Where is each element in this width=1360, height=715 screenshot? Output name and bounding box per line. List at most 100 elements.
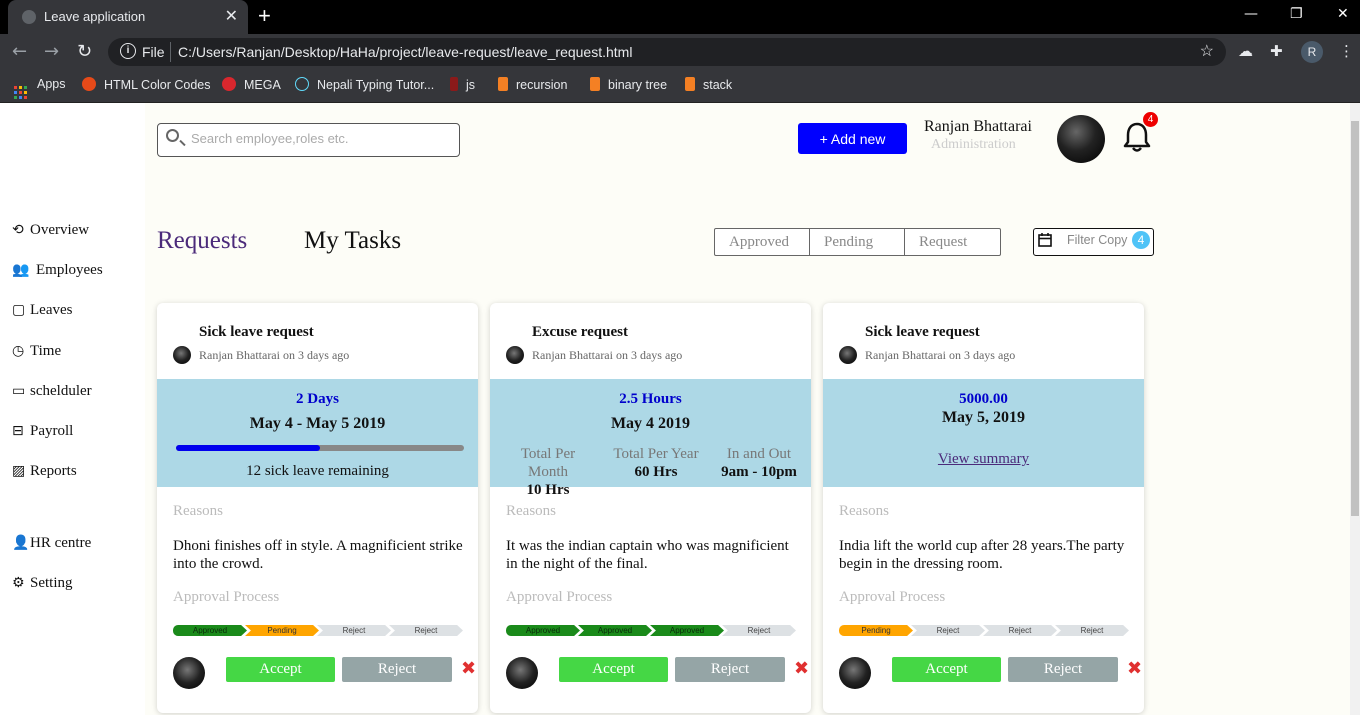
browser-tab[interactable]: Leave application ✕ bbox=[8, 0, 248, 34]
filter-button[interactable]: Filter Copy 4 bbox=[1033, 228, 1154, 256]
avatar bbox=[173, 657, 205, 689]
approval-step: Reject bbox=[983, 625, 1057, 636]
approval-step: Reject bbox=[317, 625, 391, 636]
search-input[interactable] bbox=[191, 131, 451, 146]
sidebar-item-payroll[interactable]: ⊟ Payroll bbox=[12, 423, 73, 440]
user-name: Ranjan Bhattarai bbox=[924, 118, 1032, 135]
bookmark-mega[interactable]: MEGA bbox=[222, 77, 281, 92]
card-requester: Ranjan Bhattarai on 3 days ago bbox=[199, 348, 350, 362]
reasons-label: Reasons bbox=[173, 503, 223, 519]
calendar-icon bbox=[1038, 233, 1052, 247]
leave-date: May 4 2019 bbox=[610, 415, 691, 432]
sidebar-item-scheduler[interactable]: ▭ schelduler bbox=[12, 383, 92, 400]
window-close-icon[interactable]: ✕ bbox=[1337, 6, 1349, 22]
stat-value: 10 Hrs bbox=[526, 482, 570, 498]
note-icon: ▢ bbox=[12, 302, 26, 318]
sidebar-item-employees[interactable]: 👥 Employees bbox=[12, 262, 103, 279]
segment-pending[interactable]: Pending bbox=[810, 229, 905, 255]
info-icon[interactable]: i bbox=[120, 43, 136, 59]
tab-my-tasks[interactable]: My Tasks bbox=[304, 227, 401, 255]
reject-button[interactable]: Reject bbox=[342, 657, 452, 682]
new-tab-icon[interactable]: + bbox=[258, 3, 271, 29]
user-icon: 👤 bbox=[12, 535, 30, 551]
cloud-extension-icon[interactable]: ☁ bbox=[1238, 42, 1253, 60]
leave-duration: 2 Days bbox=[296, 391, 339, 407]
bookmark-html-color-codes[interactable]: HTML Color Codes bbox=[82, 77, 211, 92]
bookmark-star-icon[interactable]: ☆ bbox=[1200, 41, 1214, 61]
leave-duration: 2.5 Hours bbox=[619, 391, 682, 407]
url-field[interactable]: i File C:/Users/Ranjan/Desktop/HaHa/proj… bbox=[108, 38, 1226, 66]
stat-value: 60 Hrs bbox=[634, 464, 678, 480]
sidebar-item-overview[interactable]: ⟲ Overview bbox=[12, 222, 89, 239]
amount-value: 5000.00 bbox=[959, 391, 1008, 407]
approval-process-label: Approval Process bbox=[173, 589, 280, 605]
mega-icon bbox=[222, 77, 236, 91]
accept-button[interactable]: Accept bbox=[559, 657, 668, 682]
tab-title: Leave application bbox=[44, 9, 146, 24]
avatar[interactable] bbox=[1057, 115, 1105, 163]
leave-date: May 5, 2019 bbox=[941, 409, 1026, 426]
approval-step: Reject bbox=[389, 625, 463, 636]
accept-button[interactable]: Accept bbox=[226, 657, 335, 682]
segment-request[interactable]: Request bbox=[905, 229, 1000, 255]
segment-approved[interactable]: Approved bbox=[715, 229, 810, 255]
reject-button[interactable]: Reject bbox=[675, 657, 785, 682]
card-summary-band: 5000.00 May 5, 2019 View summary bbox=[823, 379, 1144, 487]
reasons-label: Reasons bbox=[506, 503, 556, 519]
approval-step: Reject bbox=[1055, 625, 1129, 636]
globe-icon bbox=[22, 10, 36, 24]
card-summary-band: 2 Days May 4 - May 5 2019 12 sick leave … bbox=[157, 379, 478, 487]
tab-requests[interactable]: Requests bbox=[157, 227, 247, 255]
forward-icon[interactable]: → bbox=[44, 41, 59, 62]
sidebar-item-leaves[interactable]: ▢ Leaves bbox=[12, 302, 72, 319]
add-new-button[interactable]: + Add new bbox=[798, 123, 907, 154]
js-bookmark-icon bbox=[450, 77, 458, 91]
request-card: Excuse request Ranjan Bhattarai on 3 day… bbox=[490, 303, 811, 713]
kebab-menu-icon[interactable]: ⋮ bbox=[1339, 42, 1354, 60]
bookmark-binary-tree[interactable]: binary tree bbox=[590, 77, 667, 92]
scrollbar-thumb[interactable] bbox=[1351, 121, 1359, 516]
restore-icon[interactable]: ❐ bbox=[1290, 6, 1303, 22]
bookmark-apps[interactable]: Apps bbox=[14, 77, 66, 99]
approval-step: Approved bbox=[578, 625, 652, 636]
back-icon[interactable]: ← bbox=[12, 41, 27, 62]
card-summary-band: 2.5 Hours May 4 2019 Total Per Month 10 H… bbox=[490, 379, 811, 498]
sidebar: ⟲ Overview 👥 Employees ▢ Leaves ◷ Time ▭ sche… bbox=[0, 103, 145, 715]
url-separator bbox=[170, 42, 171, 62]
accept-button[interactable]: Accept bbox=[892, 657, 1001, 682]
sidebar-item-hr-centre[interactable]: 👤HR centre bbox=[12, 535, 91, 552]
leave-progress-fill bbox=[176, 445, 320, 451]
tab-close-icon[interactable]: ✕ bbox=[225, 6, 238, 26]
reload-icon[interactable]: ↻ bbox=[77, 41, 92, 62]
minimize-icon[interactable]: — bbox=[1244, 6, 1258, 22]
reason-text: India lift the world cup after 28 years.… bbox=[839, 538, 1125, 572]
close-icon[interactable]: ✖ bbox=[794, 658, 809, 679]
approval-step: Approved bbox=[173, 625, 247, 636]
url-text: C:/Users/Ranjan/Desktop/HaHa/project/lea… bbox=[178, 44, 633, 60]
search-box bbox=[157, 123, 460, 157]
reason-text: It was the indian captain who was magnif… bbox=[506, 538, 789, 572]
approval-step: Approved bbox=[650, 625, 724, 636]
page-scrollbar[interactable] bbox=[1350, 103, 1360, 715]
view-summary-link[interactable]: View summary bbox=[823, 451, 1144, 468]
sidebar-item-reports[interactable]: ▨ Reports bbox=[12, 463, 77, 480]
close-icon[interactable]: ✖ bbox=[1127, 658, 1142, 679]
profile-avatar[interactable]: R bbox=[1301, 41, 1323, 63]
card-requester: Ranjan Bhattarai on 3 days ago bbox=[865, 348, 1016, 362]
bookmark-nepali-typing[interactable]: Nepali Typing Tutor... bbox=[295, 77, 434, 92]
user-role: Administration bbox=[931, 137, 1016, 152]
avatar bbox=[506, 346, 524, 364]
reject-button[interactable]: Reject bbox=[1008, 657, 1118, 682]
approval-step: Reject bbox=[722, 625, 796, 636]
sidebar-item-time[interactable]: ◷ Time bbox=[12, 343, 61, 360]
puzzle-extension-icon[interactable]: ✚ bbox=[1270, 42, 1283, 60]
approval-process-label: Approval Process bbox=[506, 589, 613, 605]
bookmark-recursion[interactable]: recursion bbox=[498, 77, 567, 92]
status-segmented-control: Approved Pending Request bbox=[714, 228, 1001, 256]
sidebar-item-setting[interactable]: ⚙ Setting bbox=[12, 575, 73, 592]
card-title: Sick leave request bbox=[199, 324, 314, 340]
card-title: Sick leave request bbox=[865, 324, 980, 340]
bookmark-stack[interactable]: stack bbox=[685, 77, 732, 92]
bookmark-js[interactable]: js bbox=[450, 77, 475, 92]
close-icon[interactable]: ✖ bbox=[461, 658, 476, 679]
